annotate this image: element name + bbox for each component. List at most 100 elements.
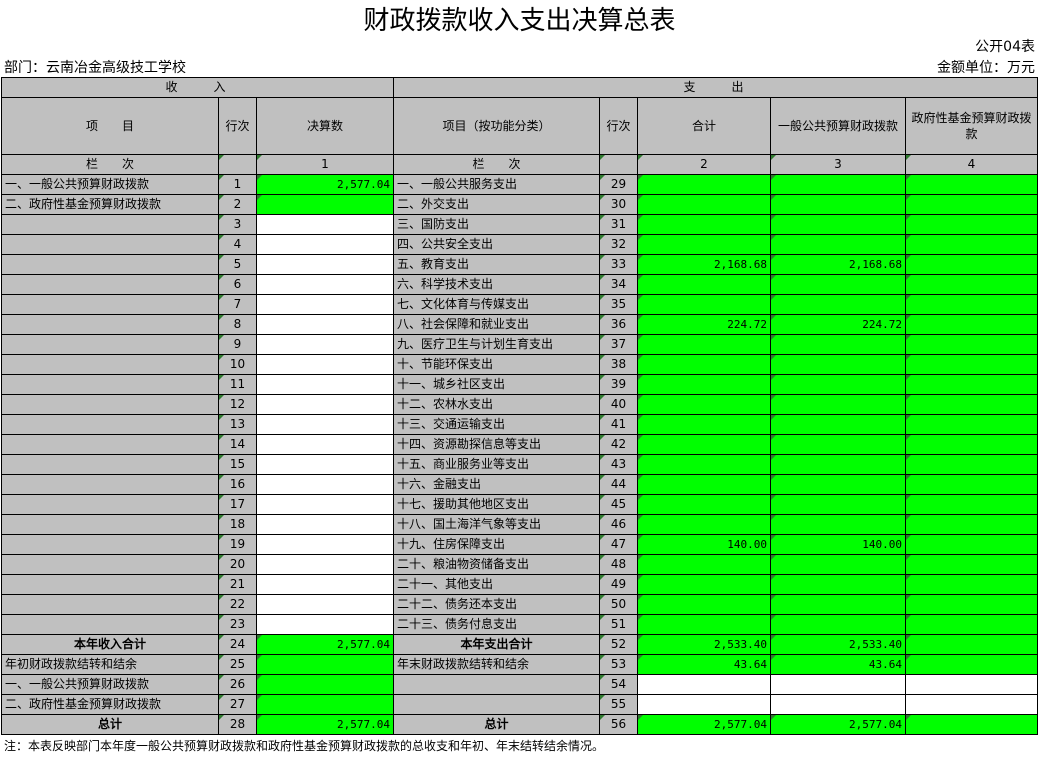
expense-total-fund[interactable] — [905, 634, 1038, 655]
general-budget-cell[interactable] — [770, 394, 906, 415]
income-total-amount[interactable]: 2,577.04 — [256, 634, 394, 655]
expense-total-cell[interactable] — [637, 494, 771, 515]
general-budget-cell[interactable] — [770, 334, 906, 355]
blank-cell[interactable] — [905, 674, 1038, 695]
income-amount-cell[interactable] — [256, 294, 394, 315]
income-amount-cell[interactable]: 2,577.04 — [256, 174, 394, 195]
general-budget-cell[interactable] — [770, 434, 906, 455]
fund-budget-cell[interactable] — [905, 314, 1038, 335]
expense-total-cell[interactable] — [637, 334, 771, 355]
general-budget-cell[interactable]: 2,168.68 — [770, 254, 906, 275]
general-budget-cell[interactable] — [770, 494, 906, 515]
fund-budget-cell[interactable] — [905, 574, 1038, 595]
fund-budget-cell[interactable] — [905, 234, 1038, 255]
expense-total-cell[interactable] — [637, 274, 771, 295]
general-budget-cell[interactable] — [770, 454, 906, 475]
fund-budget-cell[interactable] — [905, 174, 1038, 195]
blank-cell[interactable] — [770, 674, 906, 695]
fund-budget-cell[interactable] — [905, 434, 1038, 455]
expense-total-cell[interactable] — [637, 554, 771, 575]
income-amount-cell[interactable] — [256, 394, 394, 415]
income-amount-cell[interactable] — [256, 454, 394, 475]
expense-total-cell[interactable] — [637, 214, 771, 235]
general-budget-cell[interactable] — [770, 614, 906, 635]
blank-cell[interactable] — [905, 694, 1038, 715]
income-amount-cell[interactable] — [256, 354, 394, 375]
income-amount-cell[interactable] — [256, 434, 394, 455]
general-budget-cell[interactable] — [770, 594, 906, 615]
expense-total-cell[interactable] — [637, 234, 771, 255]
blank-cell[interactable] — [637, 674, 771, 695]
income-amount-cell[interactable] — [256, 534, 394, 555]
expense-total-cell[interactable] — [637, 174, 771, 195]
income-amount-cell[interactable] — [256, 594, 394, 615]
grand-expense-general[interactable]: 2,577.04 — [770, 714, 906, 735]
fund-budget-cell[interactable] — [905, 374, 1038, 395]
general-budget-cell[interactable] — [770, 414, 906, 435]
general-budget-cell[interactable] — [770, 374, 906, 395]
income-amount-cell[interactable] — [256, 554, 394, 575]
income-amount-cell[interactable] — [256, 574, 394, 595]
general-budget-cell[interactable] — [770, 234, 906, 255]
income-amount-cell[interactable] — [256, 274, 394, 295]
expense-total-cell[interactable] — [637, 454, 771, 475]
end-balance-fund[interactable] — [905, 654, 1038, 675]
expense-total-cell[interactable] — [637, 614, 771, 635]
expense-total-cell[interactable] — [637, 194, 771, 215]
income-amount-cell[interactable] — [256, 334, 394, 355]
expense-total-general[interactable]: 2,533.40 — [770, 634, 906, 655]
begin-balance-amount[interactable] — [256, 654, 394, 675]
general-budget-cell[interactable] — [770, 174, 906, 195]
fund-budget-cell[interactable] — [905, 334, 1038, 355]
fund-budget-cell[interactable] — [905, 474, 1038, 495]
income-amount-cell[interactable] — [256, 414, 394, 435]
income-amount-cell[interactable] — [256, 374, 394, 395]
income-amount-cell[interactable] — [256, 194, 394, 215]
expense-total-cell[interactable] — [637, 434, 771, 455]
expense-total-amount[interactable]: 2,533.40 — [637, 634, 771, 655]
income-amount-cell[interactable] — [256, 614, 394, 635]
expense-total-cell[interactable] — [637, 594, 771, 615]
fund-budget-cell[interactable] — [905, 394, 1038, 415]
expense-total-cell[interactable] — [637, 294, 771, 315]
general-budget-cell[interactable] — [770, 194, 906, 215]
blank-cell[interactable] — [770, 694, 906, 715]
expense-total-cell[interactable] — [637, 474, 771, 495]
expense-total-cell[interactable] — [637, 514, 771, 535]
grand-expense-total[interactable]: 2,577.04 — [637, 714, 771, 735]
income-amount-cell[interactable] — [256, 474, 394, 495]
fund-budget-cell[interactable] — [905, 414, 1038, 435]
general-budget-cell[interactable] — [770, 474, 906, 495]
income-amount-cell[interactable] — [256, 234, 394, 255]
income-amount-cell[interactable] — [256, 214, 394, 235]
general-budget-cell[interactable]: 140.00 — [770, 534, 906, 555]
end-balance-total[interactable]: 43.64 — [637, 654, 771, 675]
expense-total-cell[interactable] — [637, 414, 771, 435]
expense-total-cell[interactable]: 2,168.68 — [637, 254, 771, 275]
begin-fund-amount[interactable] — [256, 694, 394, 715]
fund-budget-cell[interactable] — [905, 494, 1038, 515]
fund-budget-cell[interactable] — [905, 274, 1038, 295]
expense-total-cell[interactable] — [637, 374, 771, 395]
blank-cell[interactable] — [637, 694, 771, 715]
expense-total-cell[interactable] — [637, 354, 771, 375]
fund-budget-cell[interactable] — [905, 214, 1038, 235]
expense-total-cell[interactable] — [637, 574, 771, 595]
fund-budget-cell[interactable] — [905, 534, 1038, 555]
fund-budget-cell[interactable] — [905, 454, 1038, 475]
grand-income-amount[interactable]: 2,577.04 — [256, 714, 394, 735]
income-amount-cell[interactable] — [256, 254, 394, 275]
fund-budget-cell[interactable] — [905, 194, 1038, 215]
fund-budget-cell[interactable] — [905, 514, 1038, 535]
general-budget-cell[interactable] — [770, 294, 906, 315]
fund-budget-cell[interactable] — [905, 554, 1038, 575]
general-budget-cell[interactable] — [770, 514, 906, 535]
fund-budget-cell[interactable] — [905, 594, 1038, 615]
income-amount-cell[interactable] — [256, 494, 394, 515]
expense-total-cell[interactable]: 224.72 — [637, 314, 771, 335]
general-budget-cell[interactable] — [770, 214, 906, 235]
fund-budget-cell[interactable] — [905, 294, 1038, 315]
expense-total-cell[interactable] — [637, 394, 771, 415]
grand-expense-fund[interactable] — [905, 714, 1038, 735]
fund-budget-cell[interactable] — [905, 354, 1038, 375]
